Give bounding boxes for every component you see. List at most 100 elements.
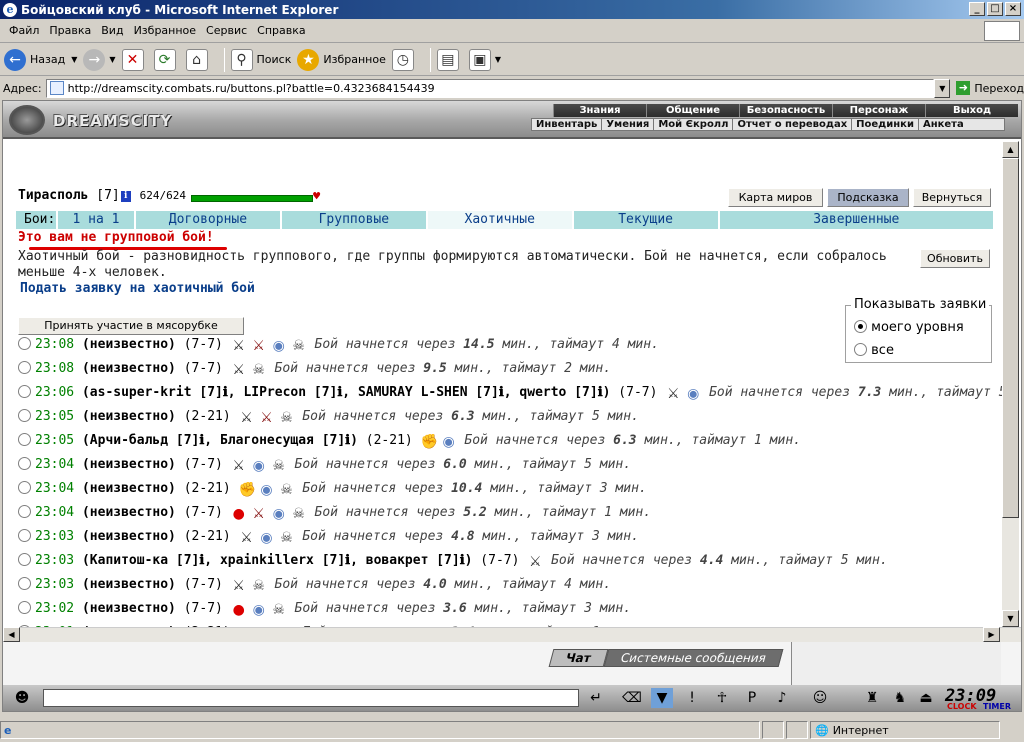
info-icon[interactable]: i [120, 191, 131, 202]
status-cell [762, 721, 784, 739]
menu-file[interactable]: Файл [9, 24, 39, 37]
nav-scroll[interactable]: Мой Єкролл [654, 119, 734, 130]
scroll-thumb[interactable] [1002, 158, 1019, 518]
battle-start-text: Бой начнется через [302, 529, 444, 544]
tab-chaotic[interactable]: Хаотичные [425, 211, 572, 229]
filter-icon[interactable]: ▼ [651, 688, 673, 708]
world-map-button[interactable]: Карта миров [728, 188, 823, 207]
tab-chat[interactable]: Чат [548, 649, 609, 667]
battle-start-text: Бой начнется через [709, 385, 850, 400]
skull-icon: ☠ [292, 506, 305, 522]
select-battle-radio[interactable] [18, 601, 31, 614]
scroll-left-button[interactable]: ◀ [3, 627, 20, 642]
select-battle-radio[interactable] [18, 577, 31, 590]
nav-exit[interactable]: Выход [925, 104, 1018, 117]
history-button[interactable]: ◷ [391, 48, 418, 71]
smile-icon[interactable]: ☺ [809, 688, 831, 708]
sound-icon[interactable]: ♪ [771, 688, 793, 708]
select-battle-radio[interactable] [18, 553, 31, 566]
hint-button[interactable]: Подсказка [827, 188, 909, 207]
address-dropdown-button[interactable]: ▼ [934, 78, 951, 98]
select-battle-radio[interactable] [18, 457, 31, 470]
nav-duels[interactable]: Поединки [852, 119, 919, 130]
scroll-down-button[interactable]: ▼ [1002, 610, 1019, 627]
nav-profile[interactable]: Анкета [919, 119, 968, 130]
nav-knowledge[interactable]: Знания [553, 104, 646, 117]
tab-1v1[interactable]: 1 на 1 [56, 211, 134, 229]
maximize-button[interactable]: □ [987, 2, 1003, 16]
users-icon[interactable]: ♞ [889, 688, 911, 708]
nav-skills[interactable]: Умения [602, 119, 655, 130]
edit-button[interactable]: ▣ ▼ [468, 48, 501, 71]
private-icon[interactable]: P [741, 688, 763, 708]
battle-row: 23:05 (Арчи-бальд [7]ℹ, Благонесущая [7]… [18, 433, 998, 457]
submit-request-link[interactable]: Подать заявку на хаотичный бой [20, 281, 255, 296]
select-battle-radio[interactable] [18, 481, 31, 494]
status-text: e [0, 721, 760, 739]
select-battle-radio[interactable] [18, 529, 31, 542]
fist-icon: ✊ [420, 434, 439, 450]
favorites-button[interactable]: ★ Избранное [297, 48, 386, 71]
select-battle-radio[interactable] [18, 385, 31, 398]
send-icon[interactable]: ↵ [585, 688, 607, 708]
filter-option-my-level[interactable]: моего уровня [854, 320, 964, 335]
radio-my-level[interactable] [854, 320, 867, 333]
select-battle-radio[interactable] [18, 409, 31, 422]
menu-view[interactable]: Вид [101, 24, 123, 37]
nav-inventory[interactable]: Инвентарь [532, 119, 603, 130]
tab-system-messages[interactable]: Системные сообщения [603, 649, 784, 667]
eraser-icon[interactable]: ⌫ [621, 688, 643, 708]
join-melee-button[interactable]: Принять участие в мясорубке [18, 317, 244, 335]
select-battle-radio[interactable] [18, 505, 31, 518]
exit-icon[interactable]: ⏏ [915, 688, 937, 708]
heart-icon: ♥ [313, 189, 321, 203]
walker-icon[interactable]: ☥ [711, 688, 733, 708]
select-battle-radio[interactable] [18, 433, 31, 446]
nav-communication[interactable]: Общение [646, 104, 739, 117]
tab-current[interactable]: Текущие [571, 211, 718, 229]
print-button[interactable]: ▤ [436, 48, 463, 71]
battle-row: 23:04 (неизвестно) (2-21) ✊ ◉ ☠ Бой начнет… [18, 481, 998, 505]
alert-icon[interactable]: ! [681, 688, 703, 708]
scroll-right-button[interactable]: ▶ [983, 627, 1000, 642]
menu-tools[interactable]: Сервис [206, 24, 247, 37]
tab-group[interactable]: Групповые [279, 211, 426, 229]
bag-icon[interactable]: ♜ [861, 688, 883, 708]
chat-input[interactable] [43, 689, 579, 707]
refresh-button[interactable]: Обновить [920, 249, 990, 268]
home-button[interactable]: ⌂ [185, 48, 212, 71]
minimize-button[interactable]: _ [969, 2, 985, 16]
search-icon: ⚲ [230, 48, 253, 71]
crossed-swords-red-icon: ⚔ [252, 338, 265, 354]
go-label: Переход [974, 81, 1024, 95]
forward-button[interactable]: → ▼ [83, 48, 116, 71]
stop-button[interactable]: ✕ [121, 48, 148, 71]
search-button[interactable]: ⚲ Поиск [230, 48, 291, 71]
tab-finished[interactable]: Завершенные [717, 211, 993, 229]
nav-transfers[interactable]: Отчет о переводах [733, 119, 853, 130]
battle-row: 23:02 (неизвестно) (7-7) ● ◉ ☠ Бой начнетс… [18, 601, 998, 625]
chat-head-icon[interactable]: ☻ [11, 688, 33, 708]
go-button[interactable]: ➜ Переход [956, 81, 1024, 95]
menu-favorites[interactable]: Избранное [134, 24, 196, 37]
close-button[interactable]: × [1005, 2, 1021, 16]
nav-security[interactable]: Безопасность [739, 104, 832, 117]
nav-character[interactable]: Персонаж [832, 104, 925, 117]
back-button[interactable]: ← Назад ▼ [4, 48, 77, 71]
select-battle-radio[interactable] [18, 361, 31, 374]
battle-time: 23:03 [35, 577, 75, 592]
return-button[interactable]: Вернуться [913, 188, 991, 207]
vertical-scrollbar[interactable]: ▲ ▼ [1002, 141, 1019, 627]
site-header: DREAMSCITY Знания Общение Безопасность П… [3, 101, 1021, 139]
battle-tabs: Бои: 1 на 1 Договорные Групповые Хаотичн… [16, 211, 993, 229]
horizontal-scrollbar[interactable]: ◀ ▶ [3, 627, 1021, 642]
menu-help[interactable]: Справка [257, 24, 305, 37]
crossed-swords-icon: ⚔ [240, 410, 253, 426]
scroll-up-button[interactable]: ▲ [1002, 141, 1019, 158]
address-input[interactable]: http://dreamscity.combats.ru/buttons.pl?… [45, 78, 935, 98]
tab-contract[interactable]: Договорные [134, 211, 280, 229]
menu-edit[interactable]: Правка [49, 24, 91, 37]
battle-range: (7-7) [183, 577, 223, 592]
select-battle-radio[interactable] [18, 337, 31, 350]
refresh-page-button[interactable]: ⟳ [153, 48, 180, 71]
